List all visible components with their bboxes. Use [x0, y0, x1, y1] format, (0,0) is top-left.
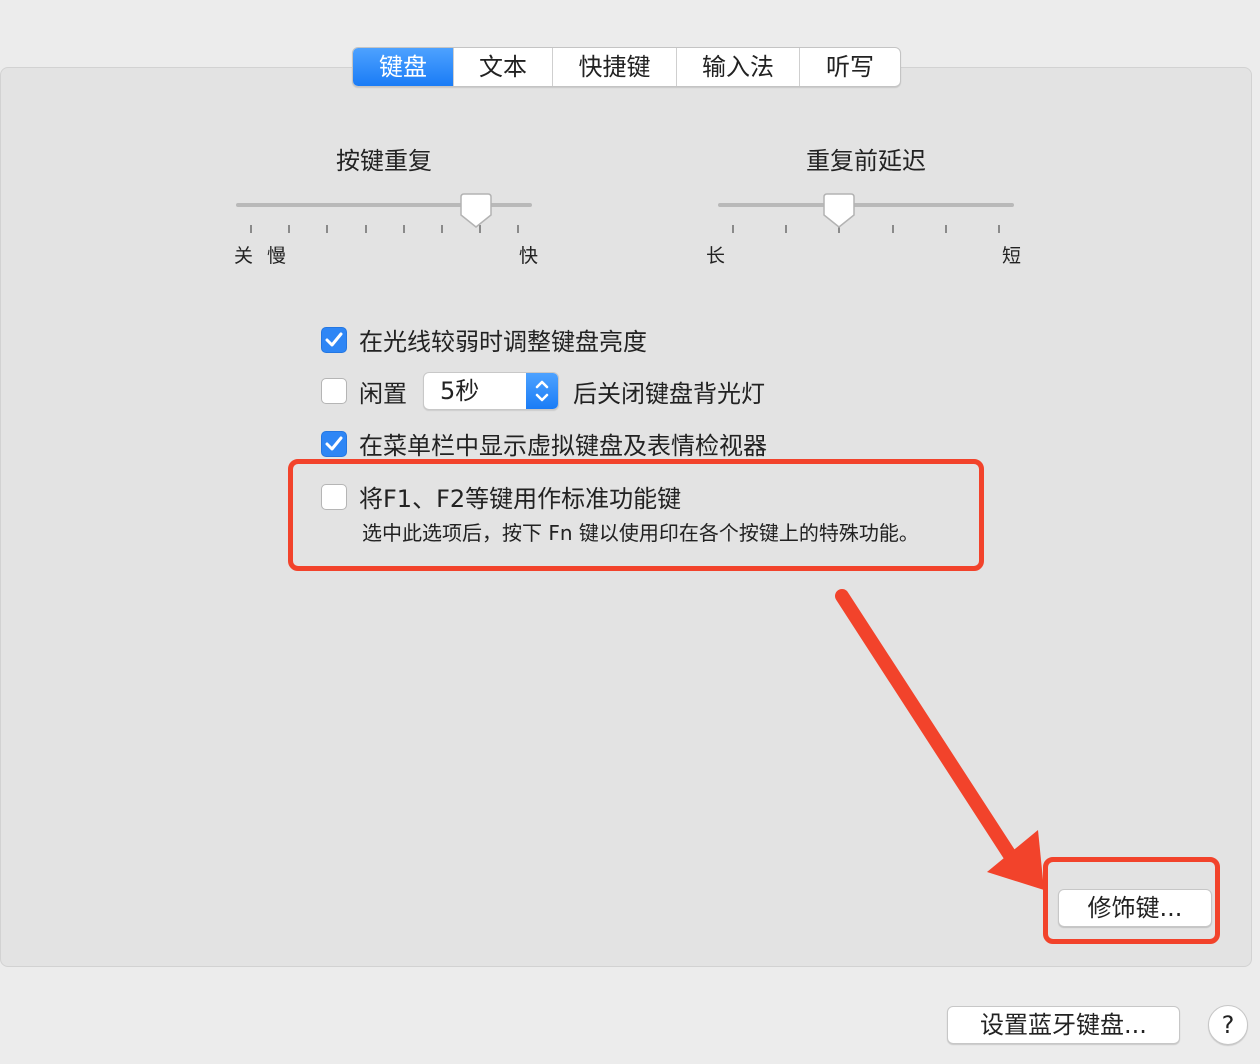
adjust-brightness-label: 在光线较弱时调整键盘亮度 — [359, 328, 647, 356]
key-repeat-fast-label: 快 — [519, 245, 539, 267]
key-repeat-tick — [403, 225, 405, 233]
tab-text[interactable]: 文本 — [454, 48, 553, 86]
key-repeat-tick — [365, 225, 367, 233]
delay-long-label: 长 — [706, 245, 726, 267]
adjust-brightness-checkbox[interactable] — [321, 326, 347, 353]
tab-shortcuts[interactable]: 快捷键 — [553, 48, 677, 86]
tab-dictation[interactable]: 听写 — [800, 48, 900, 86]
delay-short-label: 短 — [1002, 245, 1022, 267]
modifier-keys-highlight-box — [1043, 857, 1220, 944]
show-viewer-checkbox[interactable] — [321, 430, 347, 457]
delay-until-repeat-tick — [785, 225, 787, 233]
stepper-arrows-icon — [526, 373, 558, 409]
show-viewer-label: 在菜单栏中显示虚拟键盘及表情检视器 — [359, 432, 767, 460]
checkmark-icon — [325, 332, 343, 346]
backlight-idle-option[interactable]: 闲置 5秒 后关闭键盘背光灯 — [321, 372, 765, 410]
key-repeat-tick — [517, 225, 519, 233]
delay-until-repeat-tick — [892, 225, 894, 233]
delay-until-repeat-slider-thumb[interactable] — [823, 193, 855, 229]
key-repeat-tick — [288, 225, 290, 233]
key-repeat-slider-thumb[interactable] — [460, 193, 492, 229]
tab-keyboard[interactable]: 键盘 — [353, 48, 454, 86]
backlight-idle-select[interactable]: 5秒 — [423, 372, 559, 410]
delay-until-repeat-title: 重复前延迟 — [806, 147, 926, 175]
backlight-idle-checkbox[interactable] — [321, 378, 347, 404]
tab-input-sources[interactable]: 输入法 — [677, 48, 800, 86]
delay-until-repeat-tick — [998, 225, 1000, 233]
key-repeat-tick — [250, 225, 252, 233]
delay-until-repeat-tick — [732, 225, 734, 233]
setup-bluetooth-keyboard-button[interactable]: 设置蓝牙键盘... — [947, 1006, 1180, 1044]
key-repeat-slow-label: 慢 — [267, 245, 287, 267]
delay-until-repeat-tick — [945, 225, 947, 233]
backlight-idle-value: 5秒 — [440, 377, 480, 405]
delay-until-repeat-slider-track[interactable] — [718, 203, 1014, 207]
tab-bar: 键盘 文本 快捷键 输入法 听写 — [352, 47, 901, 87]
key-repeat-off-label: 关 — [234, 245, 254, 267]
adjust-brightness-option[interactable]: 在光线较弱时调整键盘亮度 — [321, 322, 647, 357]
key-repeat-tick — [441, 225, 443, 233]
key-repeat-title: 按键重复 — [336, 147, 432, 175]
help-button[interactable]: ? — [1208, 1005, 1248, 1045]
backlight-idle-suffix: 后关闭键盘背光灯 — [573, 379, 765, 408]
fn-keys-highlight-box — [288, 459, 984, 571]
checkmark-icon — [325, 436, 343, 450]
show-viewer-option[interactable]: 在菜单栏中显示虚拟键盘及表情检视器 — [321, 426, 767, 461]
backlight-idle-prefix: 闲置 — [359, 379, 407, 408]
key-repeat-tick — [326, 225, 328, 233]
